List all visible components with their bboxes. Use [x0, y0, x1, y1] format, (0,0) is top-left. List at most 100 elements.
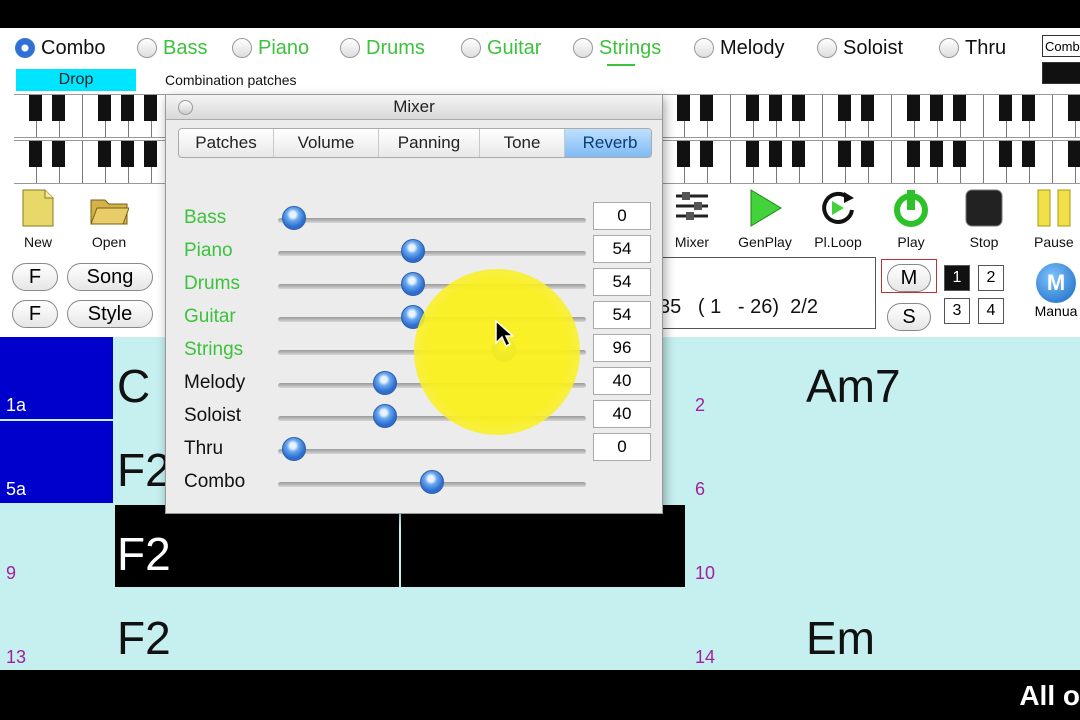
- drop-button[interactable]: Drop: [16, 69, 136, 91]
- keyboard-bottom-right[interactable]: [662, 140, 1080, 184]
- black-key[interactable]: [700, 141, 713, 167]
- black-key[interactable]: [861, 95, 874, 121]
- new-button[interactable]: New: [5, 188, 71, 250]
- tab-reverb[interactable]: Reverb: [565, 129, 651, 157]
- radio-button-icon[interactable]: [461, 38, 481, 58]
- black-key[interactable]: [121, 95, 134, 121]
- radio-button-icon[interactable]: [573, 38, 593, 58]
- track-3-button[interactable]: 3: [944, 298, 970, 324]
- black-key[interactable]: [677, 141, 690, 167]
- black-key[interactable]: [999, 95, 1012, 121]
- close-icon[interactable]: [178, 100, 193, 115]
- slider-knob[interactable]: [282, 206, 306, 230]
- slider-track[interactable]: [278, 317, 586, 322]
- black-key[interactable]: [930, 95, 943, 121]
- f-button-1[interactable]: F: [12, 263, 58, 291]
- slider-knob[interactable]: [400, 272, 425, 296]
- black-key[interactable]: [1068, 141, 1080, 167]
- black-key[interactable]: [861, 141, 874, 167]
- radio-melody[interactable]: Melody: [694, 35, 784, 61]
- keyboard-top-right[interactable]: [662, 94, 1080, 138]
- slider-track[interactable]: [278, 383, 586, 388]
- value-field[interactable]: 54: [593, 235, 651, 263]
- slider-knob[interactable]: [420, 470, 444, 494]
- chord-bar-1[interactable]: C: [117, 359, 150, 413]
- radio-button-icon[interactable]: [817, 38, 837, 58]
- black-key[interactable]: [907, 141, 920, 167]
- black-key[interactable]: [746, 95, 759, 121]
- s-button[interactable]: S: [887, 303, 931, 331]
- mixer-button[interactable]: Mixer: [659, 188, 725, 250]
- black-key[interactable]: [930, 141, 943, 167]
- black-key[interactable]: [29, 95, 42, 121]
- radio-soloist[interactable]: Soloist: [817, 35, 903, 61]
- open-button[interactable]: Open: [76, 188, 142, 250]
- value-field[interactable]: 0: [593, 433, 651, 461]
- tab-panning[interactable]: Panning: [379, 129, 480, 157]
- black-key[interactable]: [1022, 95, 1035, 121]
- chord-bar-2[interactable]: Am7: [806, 359, 901, 413]
- black-key[interactable]: [769, 141, 782, 167]
- black-key[interactable]: [98, 95, 111, 121]
- slider-track[interactable]: [278, 251, 586, 256]
- value-field[interactable]: 54: [593, 268, 651, 296]
- black-key[interactable]: [953, 95, 966, 121]
- chord-bar-13[interactable]: F2: [117, 611, 171, 665]
- plloop-button[interactable]: Pl.Loop: [805, 188, 871, 250]
- radio-button-icon[interactable]: [232, 38, 252, 58]
- black-key[interactable]: [746, 141, 759, 167]
- black-key[interactable]: [792, 95, 805, 121]
- black-key[interactable]: [999, 141, 1012, 167]
- mini-buttons[interactable]: [1042, 62, 1080, 84]
- pause-button[interactable]: Pause: [1024, 188, 1080, 250]
- chord-bar-14[interactable]: Em: [806, 611, 875, 665]
- tab-tone[interactable]: Tone: [480, 129, 565, 157]
- tab-volume[interactable]: Volume: [274, 129, 379, 157]
- black-key[interactable]: [792, 141, 805, 167]
- combo-box[interactable]: Comb: [1042, 35, 1080, 57]
- slider-track[interactable]: [278, 416, 586, 421]
- radio-button-icon[interactable]: [15, 38, 35, 58]
- radio-button-icon[interactable]: [340, 38, 360, 58]
- keyboard-top-left[interactable]: [14, 94, 166, 138]
- radio-bass[interactable]: Bass: [137, 35, 207, 61]
- track-2-button[interactable]: 2: [978, 265, 1004, 291]
- value-field[interactable]: 96: [593, 334, 651, 362]
- black-key[interactable]: [677, 95, 690, 121]
- radio-guitar[interactable]: Guitar: [461, 35, 541, 61]
- slider-knob[interactable]: [373, 371, 398, 395]
- black-key[interactable]: [144, 95, 157, 121]
- slider-knob[interactable]: [400, 239, 425, 263]
- black-key[interactable]: [1022, 141, 1035, 167]
- black-key[interactable]: [907, 95, 920, 121]
- black-key[interactable]: [769, 95, 782, 121]
- value-field[interactable]: 40: [593, 367, 651, 395]
- tab-patches[interactable]: Patches: [179, 129, 274, 157]
- chord-bar-5[interactable]: F2: [117, 443, 171, 497]
- chord-bar-9[interactable]: F2: [117, 527, 171, 581]
- keyboard-bottom-left[interactable]: [14, 140, 166, 184]
- black-key[interactable]: [1068, 95, 1080, 121]
- slider-track[interactable]: [278, 350, 586, 355]
- black-key[interactable]: [121, 141, 134, 167]
- f-button-2[interactable]: F: [12, 300, 58, 328]
- track-1-button[interactable]: 1: [944, 265, 970, 291]
- stop-button[interactable]: Stop: [951, 188, 1017, 250]
- black-key[interactable]: [52, 95, 65, 121]
- slider-track[interactable]: [278, 284, 586, 289]
- play-button[interactable]: Play: [878, 188, 944, 250]
- style-button[interactable]: Style: [67, 300, 153, 328]
- radio-button-icon[interactable]: [694, 38, 714, 58]
- mixer-window[interactable]: Mixer Patches Volume Panning Tone Reverb Bas…: [165, 94, 663, 514]
- black-key[interactable]: [29, 141, 42, 167]
- black-key[interactable]: [953, 141, 966, 167]
- black-key[interactable]: [144, 141, 157, 167]
- slider-knob[interactable]: [400, 305, 425, 329]
- manual-button[interactable]: M Manua: [1032, 263, 1080, 321]
- slider-knob[interactable]: [282, 437, 306, 461]
- radio-piano[interactable]: Piano: [232, 35, 309, 61]
- radio-thru[interactable]: Thru: [939, 35, 1006, 61]
- black-key[interactable]: [98, 141, 111, 167]
- radio-strings[interactable]: Strings: [573, 35, 661, 61]
- song-button[interactable]: Song: [67, 263, 153, 291]
